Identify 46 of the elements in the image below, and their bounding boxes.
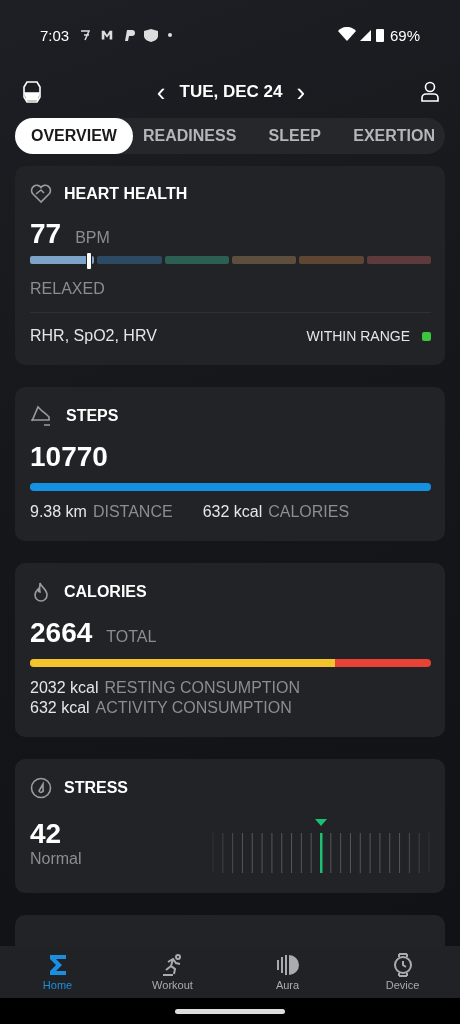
kcal-value: 2032 kcal [30, 679, 99, 697]
range-status: WITHIN RANGE [306, 328, 410, 344]
gauge-icon [30, 777, 52, 799]
tab[interactable]: EXERTION [343, 118, 445, 154]
nav-tab[interactable]: Aura [230, 946, 345, 998]
kcal-value: 632 kcal [30, 699, 90, 717]
notification-icon [79, 27, 92, 43]
watch-icon[interactable] [22, 80, 42, 104]
distance-label: DISTANCE [92, 503, 173, 521]
home-indicator[interactable] [175, 1008, 285, 1014]
profile-icon[interactable] [420, 81, 440, 103]
distance-value: 9.38 km [30, 503, 87, 521]
date-label: TUE, DEC 24 [179, 82, 283, 102]
next-day-button[interactable]: › [290, 79, 312, 105]
signal-icons [337, 27, 386, 43]
calories-total: 2664 [30, 617, 93, 649]
total-label: TOTAL [106, 628, 157, 646]
tab[interactable]: SLEEP [246, 118, 344, 154]
watch-icon [391, 953, 414, 977]
unit-label: BPM [75, 229, 110, 247]
steps-value: 10770 [30, 441, 109, 473]
payment-icon [123, 27, 136, 43]
clock: 7:03 [40, 26, 70, 44]
calories-label: CALORIES [268, 503, 350, 521]
aura-icon [275, 953, 300, 977]
nav-tab[interactable]: Home [0, 946, 115, 998]
card-title: HEART HEALTH [64, 185, 188, 203]
zone-label: RELAXED [30, 280, 106, 298]
card-title: STRESS [64, 779, 128, 797]
stress-label: Normal [30, 850, 82, 868]
nav-tab[interactable]: Device [345, 946, 460, 998]
previous-day-button[interactable]: ‹ [150, 79, 172, 105]
tab[interactable]: READINESS [132, 118, 247, 154]
battery-percentage: 69% [389, 26, 420, 44]
card-title: STEPS [66, 407, 119, 425]
shield-icon [144, 27, 159, 43]
card-title: CALORIES [64, 583, 147, 601]
metrics-label: RHR, SpO2, HRV [30, 327, 157, 345]
calories-value: 632 kcal [202, 503, 263, 521]
heart-rate-value: 77 [30, 218, 62, 250]
nav-tab[interactable]: Workout [115, 946, 230, 998]
consumption-label: ACTIVITY CONSUMPTION [95, 699, 292, 717]
stress-value: 42 [30, 818, 63, 850]
tab[interactable]: OVERVIEW [15, 118, 133, 154]
heart-icon [30, 184, 52, 204]
consumption-label: RESTING CONSUMPTION [104, 679, 301, 697]
